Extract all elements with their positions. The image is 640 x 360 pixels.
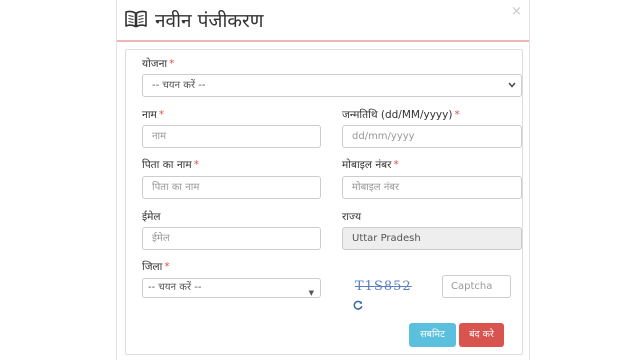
submit-button[interactable]: सबमिट (409, 323, 456, 347)
scheme-select[interactable]: -- चयन करें -- (142, 74, 522, 97)
email-label: ईमेल (142, 211, 161, 223)
father-name-label: पिता का नाम * (142, 159, 199, 171)
close-button[interactable]: बंद करे (459, 323, 504, 347)
dob-input[interactable]: dd/mm/yyyy (342, 125, 522, 148)
modal-title: नवीन पंजीकरण (155, 10, 264, 32)
refresh-icon[interactable] (353, 300, 363, 310)
captcha-image: T1S852 (355, 279, 412, 294)
state-label: राज्य (342, 211, 362, 223)
captcha-input[interactable]: Captcha (442, 275, 511, 298)
mobile-input[interactable]: मोबाइल नंबर (342, 176, 522, 199)
scheme-label: योजना * (142, 58, 175, 70)
email-input[interactable]: ईमेल (142, 227, 321, 250)
registration-modal: नवीन पंजीकरण × योजना * -- चयन करें -- नाम… (116, 0, 530, 360)
modal-header: नवीन पंजीकरण × (117, 0, 529, 42)
dob-label: जन्मतिथि (dd/MM/yyyy) * (342, 109, 460, 121)
book-open-icon (125, 10, 147, 28)
district-label: जिला * (142, 261, 170, 273)
district-select-value: -- चयन करें -- (148, 282, 202, 293)
state-input: Uttar Pradesh (342, 227, 522, 250)
registration-form: योजना * -- चयन करें -- नाम * नाम जन्मतिथि … (125, 49, 523, 355)
caret-down-icon: ▼ (308, 289, 314, 297)
close-icon[interactable]: × (511, 5, 522, 18)
scheme-select-value: -- चयन करें -- (152, 80, 206, 91)
district-select[interactable]: -- चयन करें -- ▼ (142, 278, 321, 298)
chevron-down-icon (508, 82, 516, 88)
name-label: नाम * (142, 109, 165, 121)
mobile-label: मोबाइल नंबर * (342, 159, 399, 171)
father-name-input[interactable]: पिता का नाम (142, 176, 321, 199)
name-input[interactable]: नाम (142, 125, 321, 148)
